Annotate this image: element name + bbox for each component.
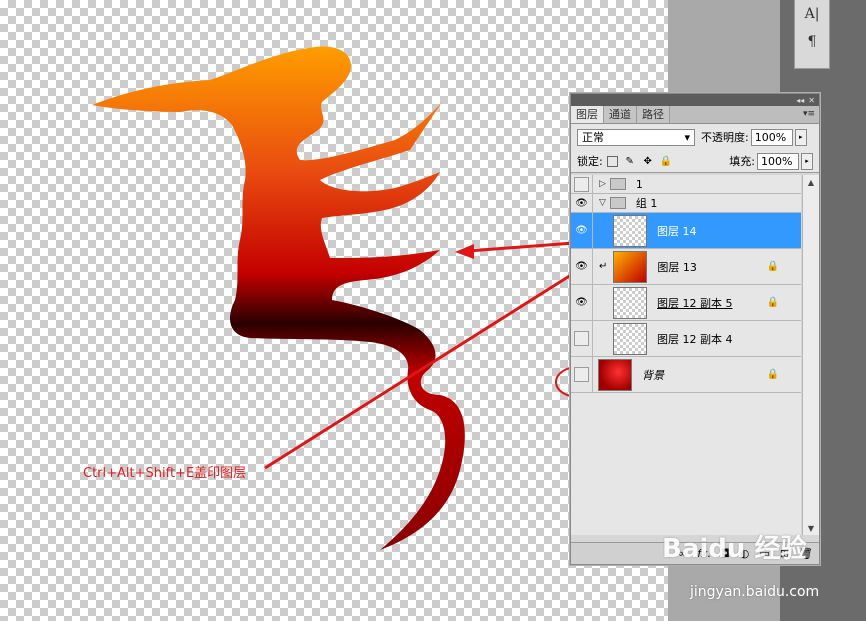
paragraph-panel-icon[interactable]: ¶ — [795, 28, 829, 56]
lock-icon: 🔒 — [766, 297, 779, 308]
blend-row: 正常 ▾ 不透明度: 100% ▸ — [571, 124, 819, 150]
layer-name: 图层 12 副本 5 — [657, 296, 733, 310]
folder-icon — [609, 178, 626, 190]
layer-thumbnail — [598, 358, 632, 391]
panel-titlebar: ◂◂ ✕ — [571, 94, 819, 106]
visibility-toggle[interactable] — [571, 321, 593, 356]
panel-menu-icon[interactable]: ▾≡ — [803, 106, 815, 123]
layer-thumbnail — [613, 322, 647, 355]
tab-paths[interactable]: 路径 — [637, 106, 670, 123]
visibility-toggle[interactable]: 👁 — [571, 213, 593, 248]
layer-row-layer-13[interactable]: 👁 ↵ 图层 13 🔒 — [571, 249, 801, 285]
layers-list: ▷ 1 👁 ▽ 组 1 👁 图层 14 👁 ↵ 图层 13 🔒 👁 图层 12 … — [571, 175, 801, 535]
opacity-input[interactable]: 100% — [750, 128, 793, 146]
lock-icon: 🔒 — [766, 261, 779, 272]
opacity-label: 不透明度: — [701, 131, 749, 144]
blend-mode-select[interactable]: 正常 ▾ — [577, 128, 695, 146]
layer-thumbnail — [613, 214, 647, 247]
visibility-toggle[interactable]: 👁 — [571, 194, 593, 212]
folder-icon — [609, 197, 626, 209]
layer-name: 组 1 — [635, 197, 658, 210]
watermark-logo: Baidu 经验 — [662, 534, 807, 564]
close-icon[interactable]: ✕ — [808, 96, 815, 105]
opacity-slider-button[interactable]: ▸ — [794, 128, 807, 146]
tab-layers[interactable]: 图层 — [571, 106, 604, 123]
layer-row-layer-14[interactable]: 👁 图层 14 — [571, 213, 801, 249]
layer-name: 图层 13 — [657, 260, 697, 274]
fill-label: 填充: — [729, 155, 755, 168]
layers-scrollbar[interactable]: ▲ ▼ — [802, 175, 819, 535]
tab-channels[interactable]: 通道 — [604, 106, 637, 123]
fill-input[interactable]: 100% — [757, 152, 799, 170]
lock-label: 锁定: — [577, 155, 603, 168]
lock-all-icon[interactable]: 🔒 — [660, 155, 672, 167]
layer-thumbnail — [613, 250, 648, 283]
watermark-url: jingyan.baidu.com — [690, 584, 820, 600]
layer-name: 1 — [635, 177, 643, 191]
layer-thumbnail — [613, 286, 647, 319]
layer-row-group-1[interactable]: ▷ 1 — [571, 175, 801, 194]
collapse-arrow-icon[interactable]: ▽ — [599, 198, 606, 208]
panel-tabs: 图层 通道 路径 ▾≡ — [571, 106, 819, 124]
lock-row: 锁定: ✎ ✥ 🔒 填充: 100% ▸ — [571, 150, 819, 173]
visibility-toggle[interactable]: 👁 — [571, 249, 593, 284]
lock-paint-icon[interactable]: ✎ — [624, 155, 636, 167]
layer-name: 背景 — [642, 368, 664, 382]
tool-strip: A| ¶ — [794, 0, 830, 69]
layer-row-layer-12-copy-4[interactable]: 图层 12 副本 4 — [571, 321, 801, 357]
layer-name: 图层 14 — [657, 224, 697, 238]
layer-row-group-zu1[interactable]: 👁 ▽ 组 1 — [571, 194, 801, 213]
clip-arrow-icon: ↵ — [599, 261, 608, 272]
layers-panel: ◂◂ ✕ 图层 通道 路径 ▾≡ 正常 ▾ 不透明度: 100% ▸ 锁定: ✎… — [570, 93, 820, 565]
lock-move-icon[interactable]: ✥ — [642, 155, 654, 167]
collapse-icon[interactable]: ◂◂ — [796, 96, 804, 105]
layer-row-layer-12-copy-5[interactable]: 👁 图层 12 副本 5 🔒 — [571, 285, 801, 321]
lock-transparency-icon[interactable] — [606, 155, 618, 167]
calligraphy-figure — [92, 46, 601, 550]
chevron-down-icon: ▾ — [684, 130, 690, 144]
visibility-toggle[interactable] — [571, 175, 593, 193]
expand-arrow-icon[interactable]: ▷ — [599, 179, 606, 189]
visibility-toggle[interactable]: 👁 — [571, 285, 593, 320]
annotation-text: Ctrl+Alt+Shift+E盖印图层 — [83, 466, 247, 481]
lock-icon: 🔒 — [766, 369, 779, 380]
scroll-up-icon[interactable]: ▲ — [803, 175, 819, 189]
visibility-toggle[interactable] — [571, 357, 593, 392]
fill-slider-button[interactable]: ▸ — [801, 152, 813, 170]
blend-mode-value: 正常 — [582, 131, 604, 144]
layer-name: 图层 12 副本 4 — [657, 332, 733, 346]
layer-row-background[interactable]: 背景 🔒 — [571, 357, 801, 393]
character-panel-icon[interactable]: A| — [795, 0, 829, 28]
